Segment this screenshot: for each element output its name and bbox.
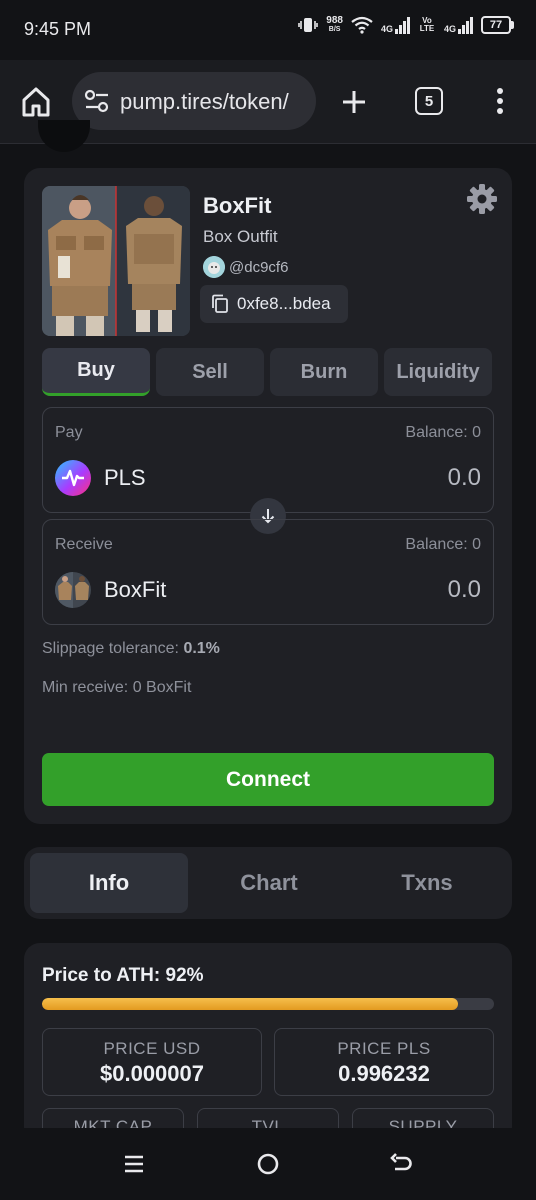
copy-address-button[interactable]: 0xfe8...bdea — [200, 285, 348, 323]
tab-liquidity[interactable]: Liquidity — [384, 348, 492, 396]
nav-recents-icon — [125, 1155, 143, 1173]
battery-level: 77 — [481, 16, 511, 34]
tab-buy[interactable]: Buy — [42, 348, 150, 396]
pay-balance: Balance: 0 — [405, 424, 481, 441]
creator-avatar — [203, 256, 225, 278]
price-pls-stat: PRICE PLS 0.996232 — [274, 1028, 494, 1096]
volte-indicator: Vo LTE — [418, 17, 436, 33]
sim2-signal: 4G — [443, 16, 473, 34]
trade-tabs: Buy Sell Burn Liquidity — [42, 348, 492, 396]
receive-token-name: BoxFit — [104, 577, 167, 602]
ath-progress-fill — [42, 998, 458, 1010]
creator-handle: @dc9cf6 — [229, 258, 289, 276]
creator-link[interactable]: @dc9cf6 — [203, 256, 288, 278]
pay-label: Pay — [55, 424, 83, 441]
tab-sell[interactable]: Sell — [156, 348, 264, 396]
home-icon — [22, 87, 50, 117]
receive-amount: 0.0 — [447, 576, 481, 603]
sim1-label: 4G — [380, 23, 393, 34]
tab-burn[interactable]: Burn — [270, 348, 378, 396]
plus-icon — [343, 91, 365, 113]
tab-txns[interactable]: Txns — [348, 853, 506, 913]
status-time: 9:45 PM — [24, 19, 92, 39]
settings-button[interactable] — [466, 183, 498, 215]
tab-info[interactable]: Info — [30, 853, 188, 913]
token-description: Box Outfit — [203, 227, 278, 246]
tab-chart[interactable]: Chart — [190, 853, 348, 913]
tab-switcher-button[interactable]: 5 — [415, 87, 443, 115]
token-image — [42, 186, 190, 336]
sim1-signal: 4G — [380, 16, 410, 34]
connect-button[interactable]: Connect — [42, 753, 494, 806]
nav-home-icon — [257, 1153, 279, 1175]
nav-back-icon — [390, 1153, 412, 1171]
tab-count: 5 — [424, 92, 434, 110]
min-receive: Min receive: 0 BoxFit — [42, 679, 192, 696]
token-name: BoxFit — [203, 193, 272, 218]
system-nav-bar — [0, 1128, 536, 1200]
vibrate-icon — [298, 18, 319, 32]
receive-token[interactable]: BoxFit — [55, 572, 166, 608]
slippage-value: 0.1% — [183, 640, 220, 657]
nav-home-button[interactable] — [256, 1152, 280, 1176]
token-address: 0xfe8...bdea — [237, 294, 331, 313]
receive-balance: Balance: 0 — [405, 536, 481, 553]
net-speed: 988 B/S — [326, 16, 343, 34]
boxfit-token-icon — [55, 572, 91, 608]
slippage-row[interactable]: Slippage tolerance: 0.1% — [42, 640, 220, 658]
nav-back-button[interactable] — [390, 1152, 414, 1176]
address-bar[interactable]: pump.tires/token/ — [72, 72, 316, 130]
volte-label: Vo LTE — [419, 16, 435, 33]
gear-icon — [467, 184, 497, 214]
price-usd-value: $0.000007 — [100, 1061, 204, 1086]
copy-icon — [212, 294, 228, 313]
url-text[interactable]: pump.tires/token/ — [120, 89, 289, 115]
pay-amount-input[interactable]: 0.0 — [448, 464, 481, 492]
more-vert-icon — [497, 88, 503, 114]
tab-chart-label: Chart — [240, 870, 298, 895]
battery-indicator: 77 — [481, 16, 514, 34]
price-pls-label: PRICE PLS — [337, 1039, 431, 1058]
sim2-label: 4G — [443, 23, 456, 34]
home-button[interactable] — [18, 84, 54, 120]
tab-info-label: Info — [88, 870, 130, 895]
receive-box[interactable]: Receive Balance: 0 BoxFit 0.0 — [42, 519, 494, 625]
price-usd-label: PRICE USD — [103, 1039, 201, 1058]
section-tabs: Info Chart Txns — [24, 847, 512, 919]
tab-txns-label: Txns — [401, 870, 453, 895]
receive-label: Receive — [55, 536, 113, 553]
slippage-label: Slippage tolerance: — [42, 640, 179, 657]
wifi-icon — [351, 16, 373, 34]
nav-recents-button[interactable] — [122, 1152, 146, 1176]
price-pls-value: 0.996232 — [338, 1061, 430, 1086]
net-speed-value: 988 — [326, 15, 343, 26]
pls-token-icon — [55, 460, 91, 496]
new-tab-button[interactable] — [338, 86, 370, 118]
status-icons: 988 B/S 4G Vo LTE 4G 77 — [298, 16, 514, 34]
price-usd-stat: PRICE USD $0.000007 — [42, 1028, 262, 1096]
token-artwork — [42, 186, 190, 336]
net-speed-unit: B/S — [328, 26, 341, 33]
scrolled-avatar-edge — [38, 120, 90, 152]
site-settings-icon[interactable] — [84, 89, 110, 113]
more-menu-button[interactable] — [488, 84, 512, 120]
ath-label: Price to ATH: 92% — [42, 965, 204, 986]
ath-progress-bar — [42, 998, 494, 1010]
pay-token[interactable]: PLS — [55, 460, 146, 496]
connect-label: Connect — [226, 767, 310, 791]
pay-token-name: PLS — [104, 465, 146, 490]
status-bar: 9:45 PM 988 B/S 4G Vo LTE 4G 77 — [0, 0, 536, 60]
